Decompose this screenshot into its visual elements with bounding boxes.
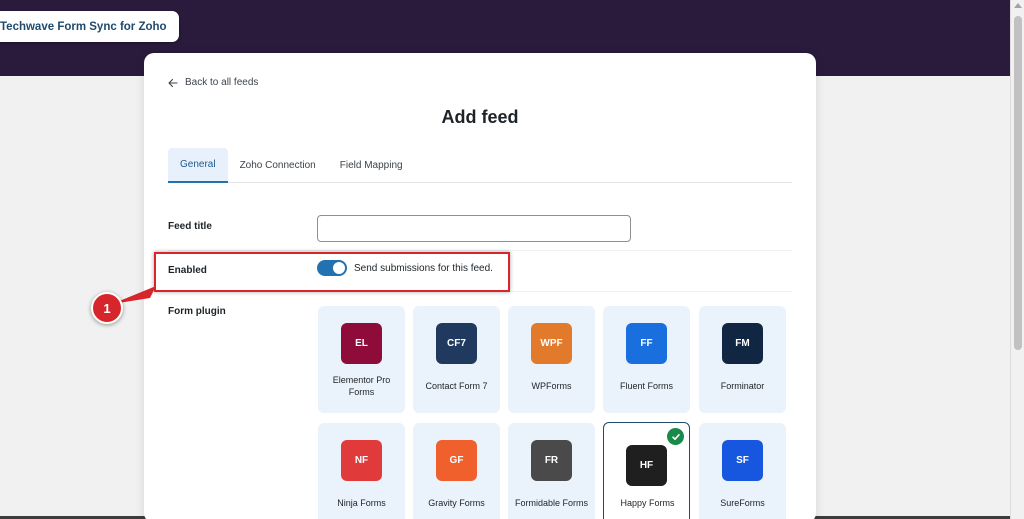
page-title: Add feed [441, 107, 519, 127]
page-scrollbar[interactable] [1010, 0, 1024, 519]
row-divider [168, 250, 792, 251]
arrow-left-icon [168, 78, 178, 87]
contact-form-7-logo: CF7 [436, 323, 477, 364]
tab-zoho-connection[interactable]: Zoho Connection [228, 148, 328, 183]
plugin-name: Happy Forms [620, 498, 675, 508]
scroll-thumb[interactable] [1014, 16, 1022, 350]
tab-field-mapping[interactable]: Field Mapping [328, 148, 415, 183]
add-feed-card: Back to all feeds Add feed General Zoho … [144, 53, 816, 519]
feed-tabs: General Zoho Connection Field Mapping [168, 148, 792, 183]
happy-forms-logo: HF [626, 445, 667, 486]
toggle-knob [333, 262, 345, 274]
ninja-forms-logo: NF [341, 440, 382, 481]
fluent-forms-logo: FF [626, 323, 667, 364]
scroll-up-icon[interactable] [1014, 3, 1022, 8]
plugin-tile-gravity-forms[interactable]: GF Gravity Forms [413, 423, 500, 519]
back-to-feeds-link[interactable]: Back to all feeds [168, 77, 258, 88]
plugin-name: Contact Form 7 [425, 381, 488, 391]
tab-general[interactable]: General [168, 148, 228, 183]
plugin-tile-formidable-forms[interactable]: FR Formidable Forms [508, 423, 595, 519]
plugin-tile-elementor[interactable]: EL Elementor Pro Forms [318, 306, 405, 413]
row-divider [168, 291, 792, 292]
annotation-badge: 1 [91, 292, 123, 324]
app-name-pill[interactable]: Techwave Form Sync for Zoho [0, 11, 179, 42]
enabled-toggle-row: Send submissions for this feed. [317, 260, 493, 276]
enabled-label: Enabled [168, 265, 207, 276]
feed-title-input[interactable] [317, 215, 631, 242]
back-link-label: Back to all feeds [185, 77, 259, 88]
plugin-tile-wpforms[interactable]: WPF WPForms [508, 306, 595, 413]
sureforms-logo: SF [722, 440, 763, 481]
plugin-name: SureForms [720, 498, 765, 508]
plugin-name: Gravity Forms [428, 498, 485, 508]
feed-title-label: Feed title [168, 221, 212, 232]
plugin-tile-sureforms[interactable]: SF SureForms [699, 423, 786, 519]
wpforms-logo: WPF [531, 323, 572, 364]
gravity-forms-logo: GF [436, 440, 477, 481]
plugin-name: Forminator [720, 381, 765, 391]
forminator-logo: FM [722, 323, 763, 364]
elementor-logo: EL [341, 323, 382, 364]
selected-check-icon [667, 428, 684, 445]
plugin-tile-ninja-forms[interactable]: NF Ninja Forms [318, 423, 405, 519]
enabled-toggle[interactable] [317, 260, 347, 276]
plugin-name: Elementor Pro Forms [332, 375, 391, 397]
plugin-tile-forminator[interactable]: FM Forminator [699, 306, 786, 413]
enabled-description: Send submissions for this feed. [354, 262, 493, 274]
plugin-tile-fluent-forms[interactable]: FF Fluent Forms [603, 306, 690, 413]
plugin-name: Formidable Forms [514, 498, 588, 508]
form-plugin-label: Form plugin [168, 306, 226, 317]
plugin-name: Ninja Forms [337, 498, 386, 508]
plugin-name: Fluent Forms [619, 381, 673, 391]
plugin-name: WPForms [531, 381, 572, 391]
formidable-forms-logo: FR [531, 440, 572, 481]
app-name: Techwave Form Sync for Zoho [0, 20, 167, 33]
plugin-tile-contact-form-7[interactable]: CF7 Contact Form 7 [413, 306, 500, 413]
plugin-tile-happy-forms[interactable]: HF Happy Forms [603, 422, 690, 519]
